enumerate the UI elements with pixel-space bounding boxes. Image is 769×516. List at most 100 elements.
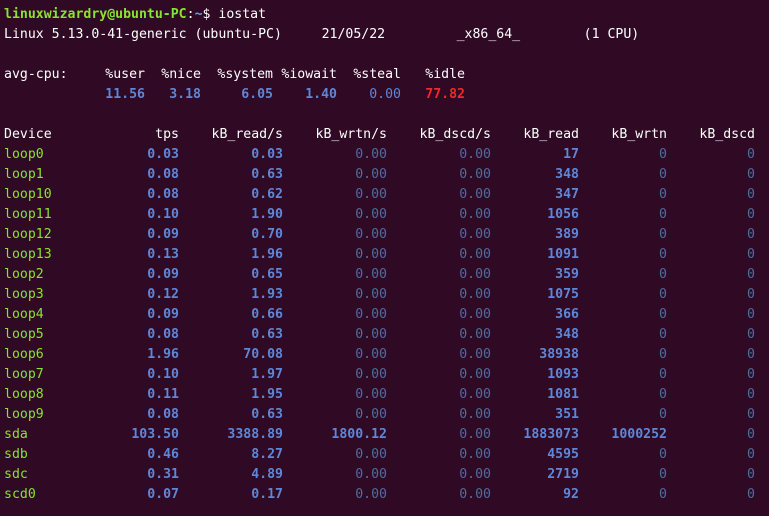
prompt-separator: : bbox=[186, 7, 195, 22]
kb-read-value: 1081 bbox=[547, 387, 579, 402]
prompt-path: ~ bbox=[194, 7, 203, 22]
kb-read-s-value: 0.62 bbox=[251, 187, 283, 202]
kb-read-value: 359 bbox=[555, 267, 579, 282]
kb-dscd-s-value: 0.00 bbox=[459, 467, 491, 482]
kb-dscd-s-value: 0.00 bbox=[459, 327, 491, 342]
tps-value: 0.09 bbox=[147, 227, 179, 242]
kb-wrtn-value: 0 bbox=[659, 407, 667, 422]
kb-read-value: 366 bbox=[555, 307, 579, 322]
tps-value: 0.09 bbox=[147, 307, 179, 322]
kb-wrtn-s-value: 0.00 bbox=[355, 367, 387, 382]
device-name: loop1 bbox=[4, 167, 44, 182]
table-row: sdc 0.31 4.89 0.00 0.00 2719 0 0 bbox=[4, 465, 765, 485]
cpu-label: avg-cpu: bbox=[4, 67, 68, 82]
table-row: loop11 0.10 1.90 0.00 0.00 1056 0 0 bbox=[4, 205, 765, 225]
device-name: loop8 bbox=[4, 387, 44, 402]
tps-value: 0.08 bbox=[147, 327, 179, 342]
kb-dscd-value: 0 bbox=[747, 387, 755, 402]
cpu-header-nice: %nice bbox=[161, 67, 201, 82]
kb-read-s-value: 0.03 bbox=[251, 147, 283, 162]
kb-read-s-value: 0.66 bbox=[251, 307, 283, 322]
cpu-header-system: %system bbox=[217, 67, 273, 82]
cpu-value-steal: 0.00 bbox=[369, 87, 401, 102]
table-row: loop6 1.96 70.08 0.00 0.00 38938 0 0 bbox=[4, 345, 765, 365]
table-row: loop13 0.13 1.96 0.00 0.00 1091 0 0 bbox=[4, 245, 765, 265]
device-name: sdb bbox=[4, 447, 28, 462]
kb-wrtn-s-value: 0.00 bbox=[355, 267, 387, 282]
table-row: sdb 0.46 8.27 0.00 0.00 4595 0 0 bbox=[4, 445, 765, 465]
kb-wrtn-s-value: 0.00 bbox=[355, 187, 387, 202]
kb-dscd-value: 0 bbox=[747, 207, 755, 222]
cpu-value-iowait: 1.40 bbox=[305, 87, 337, 102]
sysinfo-kernel: Linux 5.13.0-41-generic (ubuntu-PC) bbox=[4, 27, 282, 42]
device-table-body: loop0 0.03 0.03 0.00 0.00 17 0 0 loop1 0.08 0.63 0.… bbox=[4, 145, 765, 505]
kb-dscd-value: 0 bbox=[747, 267, 755, 282]
kb-read-s-value: 0.17 bbox=[251, 487, 283, 502]
tps-value: 0.10 bbox=[147, 207, 179, 222]
kb-dscd-s-value: 0.00 bbox=[459, 447, 491, 462]
kb-read-s-value: 8.27 bbox=[251, 447, 283, 462]
table-row: loop3 0.12 1.93 0.00 0.00 1075 0 0 bbox=[4, 285, 765, 305]
kb-wrtn-s-value: 0.00 bbox=[355, 247, 387, 262]
kb-read-s-value: 0.63 bbox=[251, 167, 283, 182]
kb-wrtn-value: 0 bbox=[659, 267, 667, 282]
kb-dscd-value: 0 bbox=[747, 427, 755, 442]
kb-wrtn-s-value: 0.00 bbox=[355, 447, 387, 462]
kb-read-s-value: 1.97 bbox=[251, 367, 283, 382]
kb-wrtn-value: 0 bbox=[659, 367, 667, 382]
prompt-command: iostat bbox=[218, 7, 267, 22]
table-row: loop2 0.09 0.65 0.00 0.00 359 0 0 bbox=[4, 265, 765, 285]
kb-dscd-value: 0 bbox=[747, 367, 755, 382]
kb-dscd-s-value: 0.00 bbox=[459, 387, 491, 402]
kb-read-value: 17 bbox=[563, 147, 579, 162]
kb-wrtn-value: 0 bbox=[659, 147, 667, 162]
device-name: scd0 bbox=[4, 487, 36, 502]
kb-wrtn-value: 0 bbox=[659, 467, 667, 482]
kb-wrtn-s-value: 1800.12 bbox=[331, 427, 387, 442]
device-name: loop3 bbox=[4, 287, 44, 302]
device-name: loop4 bbox=[4, 307, 44, 322]
kb-dscd-value: 0 bbox=[747, 307, 755, 322]
table-row: loop9 0.08 0.63 0.00 0.00 351 0 0 bbox=[4, 405, 765, 425]
table-row: loop7 0.10 1.97 0.00 0.00 1093 0 0 bbox=[4, 365, 765, 385]
kb-dscd-s-value: 0.00 bbox=[459, 367, 491, 382]
device-name: loop0 bbox=[4, 147, 44, 162]
kb-read-value: 1075 bbox=[547, 287, 579, 302]
tps-value: 0.12 bbox=[147, 287, 179, 302]
cpu-header-user: %user bbox=[105, 67, 145, 82]
prompt-line: linuxwizardry@ubuntu-PC:~$ iostat bbox=[4, 5, 765, 25]
kb-read-s-value: 70.08 bbox=[243, 347, 283, 362]
tps-value: 0.07 bbox=[147, 487, 179, 502]
kb-wrtn-value: 0 bbox=[659, 487, 667, 502]
kb-read-value: 1091 bbox=[547, 247, 579, 262]
kb-dscd-s-value: 0.00 bbox=[459, 347, 491, 362]
kb-wrtn-value: 0 bbox=[659, 287, 667, 302]
kb-dscd-s-value: 0.00 bbox=[459, 407, 491, 422]
device-name: loop12 bbox=[4, 227, 52, 242]
kb-dscd-value: 0 bbox=[747, 187, 755, 202]
prompt-user-host: linuxwizardry@ubuntu-PC bbox=[4, 7, 187, 22]
kb-dscd-value: 0 bbox=[747, 487, 755, 502]
table-row: scd0 0.07 0.17 0.00 0.00 92 0 0 bbox=[4, 485, 765, 505]
kb-wrtn-s-value: 0.00 bbox=[355, 167, 387, 182]
kb-read-value: 351 bbox=[555, 407, 579, 422]
device-name: loop11 bbox=[4, 207, 52, 222]
kb-dscd-s-value: 0.00 bbox=[459, 267, 491, 282]
tps-value: 1.96 bbox=[147, 347, 179, 362]
kb-dscd-value: 0 bbox=[747, 247, 755, 262]
header-kb-dscd: kB_dscd bbox=[699, 127, 755, 142]
kb-dscd-value: 0 bbox=[747, 167, 755, 182]
kb-wrtn-value: 0 bbox=[659, 187, 667, 202]
tps-value: 0.08 bbox=[147, 407, 179, 422]
kb-dscd-s-value: 0.00 bbox=[459, 247, 491, 262]
header-kb-dscd-s: kB_dscd/s bbox=[419, 127, 491, 142]
cpu-value-user: 11.56 bbox=[105, 87, 145, 102]
kb-read-value: 348 bbox=[555, 167, 579, 182]
kb-read-value: 92 bbox=[563, 487, 579, 502]
kb-read-value: 1883073 bbox=[523, 427, 579, 442]
kb-dscd-s-value: 0.00 bbox=[459, 307, 491, 322]
cpu-header-idle: %idle bbox=[425, 67, 465, 82]
kb-wrtn-s-value: 0.00 bbox=[355, 227, 387, 242]
kb-read-s-value: 1.96 bbox=[251, 247, 283, 262]
terminal-window[interactable]: linuxwizardry@ubuntu-PC:~$ iostat Linux … bbox=[0, 0, 769, 516]
